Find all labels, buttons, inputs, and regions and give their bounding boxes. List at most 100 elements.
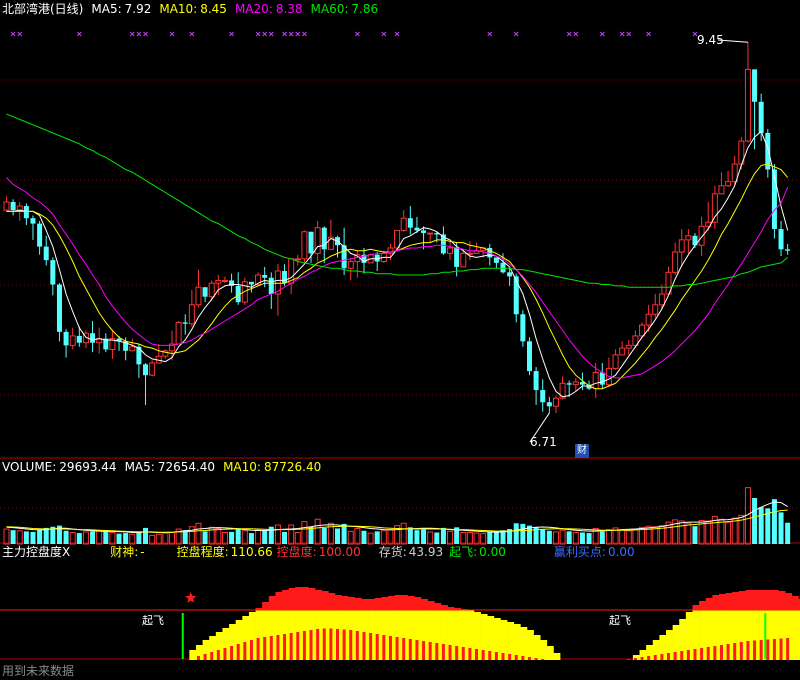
candle-body bbox=[507, 272, 513, 277]
candle-body bbox=[718, 185, 725, 195]
volume-bar bbox=[23, 531, 29, 544]
volume-bar bbox=[466, 532, 473, 545]
candle-body bbox=[758, 101, 764, 133]
cunhuo-bar bbox=[481, 650, 485, 660]
candle-body bbox=[619, 347, 626, 356]
candle-body bbox=[347, 261, 354, 269]
kongpan-red-area bbox=[268, 596, 276, 610]
volume-bar bbox=[30, 531, 36, 544]
candle-body bbox=[460, 252, 467, 268]
volume-bar bbox=[380, 530, 387, 545]
kongpan-red-area bbox=[414, 597, 422, 610]
candle-body bbox=[672, 251, 679, 273]
volume-bar bbox=[678, 520, 685, 545]
signal-marker bbox=[10, 31, 16, 37]
volume-bar bbox=[63, 530, 69, 544]
kongpan-red-area bbox=[699, 601, 707, 610]
cunhuo-bar bbox=[203, 654, 207, 660]
volume-bar bbox=[202, 531, 208, 544]
cunhuo-bar bbox=[627, 659, 631, 660]
volume-bar bbox=[520, 523, 526, 544]
ma60-label: MA60: bbox=[310, 2, 349, 16]
cunhuo-bar bbox=[527, 657, 531, 660]
kongpan-red-area bbox=[778, 591, 786, 610]
volume-label: VOLUME: bbox=[2, 460, 57, 474]
signal-marker bbox=[17, 31, 23, 37]
kongpandu-label: 控盘度: bbox=[276, 545, 317, 559]
volume-bar bbox=[241, 530, 248, 545]
volume-bar bbox=[43, 527, 49, 544]
volume-bar bbox=[123, 533, 129, 544]
cunhuo-bar bbox=[276, 635, 280, 660]
volume-bar bbox=[354, 527, 361, 545]
cunhuo-bar bbox=[296, 632, 300, 660]
kongpan-red-area bbox=[348, 597, 356, 610]
cunhuo-bar bbox=[667, 653, 670, 660]
cunhuo-bar bbox=[534, 658, 538, 660]
candle-body bbox=[90, 333, 96, 343]
low-price-label: 6.71 bbox=[530, 435, 557, 449]
footer-note: 用到未来数据 bbox=[2, 664, 75, 678]
kongpan-red-area bbox=[407, 596, 415, 610]
signal-marker bbox=[189, 31, 195, 37]
volume-bar bbox=[579, 532, 585, 544]
volume-bar bbox=[235, 528, 241, 544]
kongpan-red-area bbox=[745, 590, 753, 610]
kongpan-yellow-area bbox=[533, 635, 541, 660]
volume-bar bbox=[103, 530, 109, 544]
cunhuo-bar bbox=[415, 640, 419, 660]
candle-body bbox=[592, 371, 599, 390]
signal-marker bbox=[169, 31, 175, 37]
cunhuo-bar bbox=[521, 656, 525, 660]
cunhuo-bar bbox=[693, 649, 697, 660]
candle-body bbox=[43, 246, 49, 261]
volume-bar bbox=[76, 533, 82, 544]
cunhuo-bar bbox=[660, 654, 664, 660]
volume-bar bbox=[487, 531, 493, 544]
cunhuo-bar bbox=[733, 643, 737, 660]
signal-marker bbox=[381, 31, 387, 37]
candle-body bbox=[566, 383, 572, 385]
ma5-value: 7.92 bbox=[124, 2, 152, 16]
kongpan-red-area bbox=[718, 594, 726, 610]
volume-bar bbox=[69, 532, 76, 545]
stock-name: 北部湾港(日线) bbox=[2, 2, 84, 16]
volume-bar bbox=[361, 530, 367, 544]
cunhuo-bar bbox=[766, 639, 770, 660]
cunhuo-bar bbox=[428, 642, 432, 660]
vol-ma5-label: MA5: bbox=[124, 460, 155, 474]
candle-body bbox=[23, 206, 29, 219]
volume-bar bbox=[195, 522, 202, 545]
cunhuo-bar bbox=[223, 648, 227, 660]
volume-bar bbox=[294, 532, 301, 545]
volume-bar bbox=[169, 532, 175, 545]
candle-body bbox=[711, 193, 718, 223]
cunhuo-bar bbox=[514, 655, 518, 660]
indicator-name: 主力控盘度X bbox=[2, 545, 71, 559]
cunhuo-bar bbox=[329, 628, 333, 660]
candle-body bbox=[37, 223, 43, 247]
candle-body bbox=[143, 364, 149, 376]
kongpan-red-area bbox=[752, 590, 759, 610]
candle-body bbox=[248, 281, 254, 285]
kongpan-red-area bbox=[262, 602, 270, 610]
cunhuo-bar bbox=[289, 633, 293, 660]
volume-bar bbox=[288, 524, 295, 545]
candle-body bbox=[188, 304, 195, 325]
ma10-value: 8.45 bbox=[200, 2, 227, 16]
kongpan-yellow-area bbox=[540, 640, 548, 660]
cunhuo-bar bbox=[700, 648, 704, 660]
volume-bar bbox=[116, 533, 122, 544]
cunhuo-bar bbox=[759, 640, 763, 660]
candle-body bbox=[282, 270, 288, 284]
cunhuo-bar bbox=[342, 629, 346, 660]
ma20-label: MA20: bbox=[234, 2, 273, 16]
candle-body bbox=[407, 218, 413, 228]
volume-bar bbox=[16, 530, 23, 545]
volume-bar bbox=[692, 526, 698, 544]
volume-bar bbox=[10, 530, 16, 544]
volume-bar bbox=[374, 531, 380, 544]
volume-bar bbox=[387, 529, 394, 545]
cunhuo-bar bbox=[772, 639, 776, 660]
kongpan-red-area bbox=[387, 596, 395, 610]
